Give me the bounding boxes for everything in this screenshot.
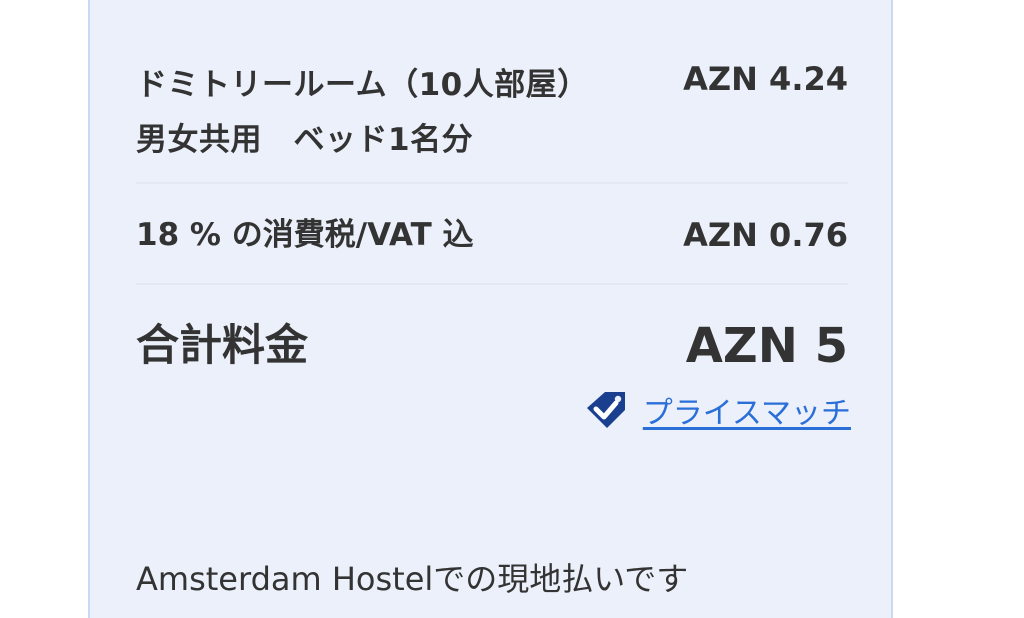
checkmark-tag-icon	[586, 392, 625, 428]
tax-label: 18 % の消費税/VAT 込	[136, 217, 474, 253]
payment-note: Amsterdam Hostelでの現地払いです	[136, 560, 689, 598]
tax-row: 18 % の消費税/VAT 込 AZN 0.76	[136, 214, 848, 256]
total-row: 合計料金 AZN 5	[136, 316, 848, 376]
total-amount: AZN 5	[685, 318, 848, 374]
divider	[136, 283, 848, 285]
price-match-label[interactable]: プライスマッチ	[643, 388, 851, 432]
tax-amount: AZN 0.76	[683, 216, 848, 254]
price-summary-panel: ドミトリールーム（10人部屋） 男女共用 ベッド1名分 AZN 4.24 18 …	[88, 0, 893, 618]
total-label: 合計料金	[136, 321, 308, 371]
room-label: ドミトリールーム（10人部屋） 男女共用 ベッド1名分	[136, 67, 605, 158]
room-price-row: ドミトリールーム（10人部屋） 男女共用 ベッド1名分 AZN 4.24	[136, 58, 848, 168]
room-amount: AZN 4.24	[683, 60, 848, 98]
price-match-link[interactable]: プライスマッチ	[583, 388, 851, 432]
divider	[136, 182, 848, 184]
